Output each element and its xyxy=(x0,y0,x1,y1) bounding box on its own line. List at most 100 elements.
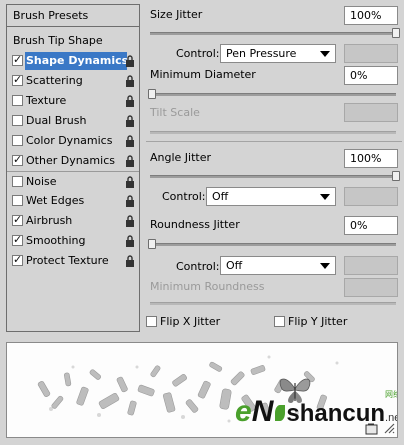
tilt-scale-slider-track xyxy=(150,131,396,134)
lock-icon[interactable] xyxy=(125,215,135,227)
color-dynamics-checkbox[interactable] xyxy=(12,135,23,146)
brush-dynamics-list: ✓ Shape Dynamics ✓ Scattering Texture Du… xyxy=(7,51,139,271)
shape-dynamics-checkbox[interactable]: ✓ xyxy=(12,53,23,66)
brush-presets-label: Brush Presets xyxy=(13,9,89,22)
angle-control-select[interactable]: Off xyxy=(206,187,336,206)
option-label: Dual Brush xyxy=(26,114,87,127)
option-label: Noise xyxy=(26,175,57,188)
lock-icon[interactable] xyxy=(125,95,135,107)
angle-control-label: Control: xyxy=(162,190,206,203)
option-label: Protect Texture xyxy=(26,254,109,267)
roundness-control-label: Control: xyxy=(176,260,220,273)
option-noise[interactable]: Noise xyxy=(7,171,139,191)
angle-jitter-slider-track[interactable] xyxy=(150,175,396,178)
brush-presets-button[interactable]: Brush Presets xyxy=(7,5,139,27)
dual-brush-checkbox[interactable] xyxy=(12,115,23,126)
roundness-control-select[interactable]: Off xyxy=(220,256,336,275)
protect-texture-checkbox[interactable]: ✓ xyxy=(12,253,23,266)
option-label: Color Dynamics xyxy=(26,134,113,147)
roundness-jitter-slider-thumb[interactable] xyxy=(148,239,156,249)
leaf-icon xyxy=(275,405,286,421)
angle-control-fade-input xyxy=(344,187,398,206)
option-label: Shape Dynamics xyxy=(26,54,129,67)
roundness-jitter-slider-track[interactable] xyxy=(150,243,396,246)
size-jitter-input[interactable]: 100% xyxy=(344,6,398,25)
noise-checkbox[interactable] xyxy=(12,176,23,187)
angle-jitter-input[interactable]: 100% xyxy=(344,149,398,168)
lock-icon[interactable] xyxy=(125,75,135,87)
option-label: Smoothing xyxy=(26,234,86,247)
watermark-cn: 网络 xyxy=(385,390,397,399)
watermark-n: N xyxy=(251,395,274,428)
airbrush-checkbox[interactable]: ✓ xyxy=(12,213,23,226)
roundness-jitter-label: Roundness Jitter xyxy=(150,218,240,231)
new-preset-icon[interactable] xyxy=(365,423,379,435)
check-icon: ✓ xyxy=(13,153,23,166)
option-smoothing[interactable]: ✓ Smoothing xyxy=(7,231,139,251)
flip-y-jitter-checkbox[interactable] xyxy=(274,316,285,327)
watermark-e: e xyxy=(235,395,252,428)
option-color-dynamics[interactable]: Color Dynamics xyxy=(7,131,139,151)
option-label: Wet Edges xyxy=(26,194,85,207)
size-jitter-slider-thumb[interactable] xyxy=(392,28,400,38)
scattering-checkbox[interactable]: ✓ xyxy=(12,73,23,86)
option-wet-edges[interactable]: Wet Edges xyxy=(7,191,139,211)
size-control-select[interactable]: Pen Pressure xyxy=(220,44,336,63)
roundness-jitter-input[interactable]: 0% xyxy=(344,216,398,235)
lock-icon[interactable] xyxy=(125,135,135,147)
divider xyxy=(146,141,402,142)
size-jitter-slider-track[interactable] xyxy=(150,32,396,35)
angle-control-value: Off xyxy=(212,190,229,203)
lock-icon[interactable] xyxy=(125,195,135,207)
check-icon: ✓ xyxy=(13,233,23,246)
other-dynamics-checkbox[interactable]: ✓ xyxy=(12,153,23,166)
check-icon: ✓ xyxy=(13,213,23,226)
option-label: Airbrush xyxy=(26,214,73,227)
option-dual-brush[interactable]: Dual Brush xyxy=(7,111,139,131)
min-diameter-slider-thumb[interactable] xyxy=(148,89,156,99)
size-control-label: Control: xyxy=(176,47,220,60)
min-roundness-label: Minimum Roundness xyxy=(150,280,265,293)
tilt-scale-label: Tilt Scale xyxy=(150,106,200,119)
option-label: Scattering xyxy=(26,74,83,87)
option-scattering[interactable]: ✓ Scattering xyxy=(7,71,139,91)
lock-icon[interactable] xyxy=(125,235,135,247)
option-label: Texture xyxy=(26,94,67,107)
texture-checkbox[interactable] xyxy=(12,95,23,106)
size-control-fade-input xyxy=(344,44,398,63)
roundness-control-value: Off xyxy=(226,259,243,272)
brush-tip-shape-label: Brush Tip Shape xyxy=(13,34,103,47)
min-diameter-slider-track[interactable] xyxy=(150,93,396,96)
brush-options-list-panel: Brush Presets Brush Tip Shape ✓ Shape Dy… xyxy=(6,4,140,332)
flip-x-jitter-label: Flip X Jitter xyxy=(160,315,221,328)
brush-tip-shape-item[interactable]: Brush Tip Shape xyxy=(7,32,139,50)
option-shape-dynamics[interactable]: ✓ Shape Dynamics xyxy=(7,51,139,71)
dropdown-arrow-icon xyxy=(320,263,330,269)
check-icon: ✓ xyxy=(13,253,23,266)
wet-edges-checkbox[interactable] xyxy=(12,195,23,206)
option-other-dynamics[interactable]: ✓ Other Dynamics xyxy=(7,151,139,171)
min-diameter-input[interactable]: 0% xyxy=(344,66,398,85)
resize-grip-icon[interactable] xyxy=(383,422,395,434)
option-texture[interactable]: Texture xyxy=(7,91,139,111)
min-roundness-slider-track xyxy=(150,302,396,305)
lock-icon[interactable] xyxy=(125,155,135,167)
smoothing-checkbox[interactable]: ✓ xyxy=(12,233,23,246)
check-icon: ✓ xyxy=(13,73,23,86)
angle-jitter-slider-thumb[interactable] xyxy=(392,171,400,181)
option-airbrush[interactable]: ✓ Airbrush xyxy=(7,211,139,231)
brush-stroke-preview: eNshancun.net 网络 xyxy=(6,342,398,438)
option-label: Other Dynamics xyxy=(26,154,115,167)
flip-x-jitter-checkbox[interactable] xyxy=(146,316,157,327)
angle-jitter-label: Angle Jitter xyxy=(150,151,212,164)
roundness-control-fade-input xyxy=(344,256,398,275)
check-icon: ✓ xyxy=(13,53,23,66)
option-protect-texture[interactable]: ✓ Protect Texture xyxy=(7,251,139,271)
size-control-value: Pen Pressure xyxy=(226,47,297,60)
lock-icon[interactable] xyxy=(125,115,135,127)
lock-icon[interactable] xyxy=(125,176,135,188)
dropdown-arrow-icon xyxy=(320,51,330,57)
tilt-scale-input xyxy=(344,103,398,122)
lock-icon[interactable] xyxy=(125,255,135,267)
lock-icon[interactable] xyxy=(125,55,135,67)
